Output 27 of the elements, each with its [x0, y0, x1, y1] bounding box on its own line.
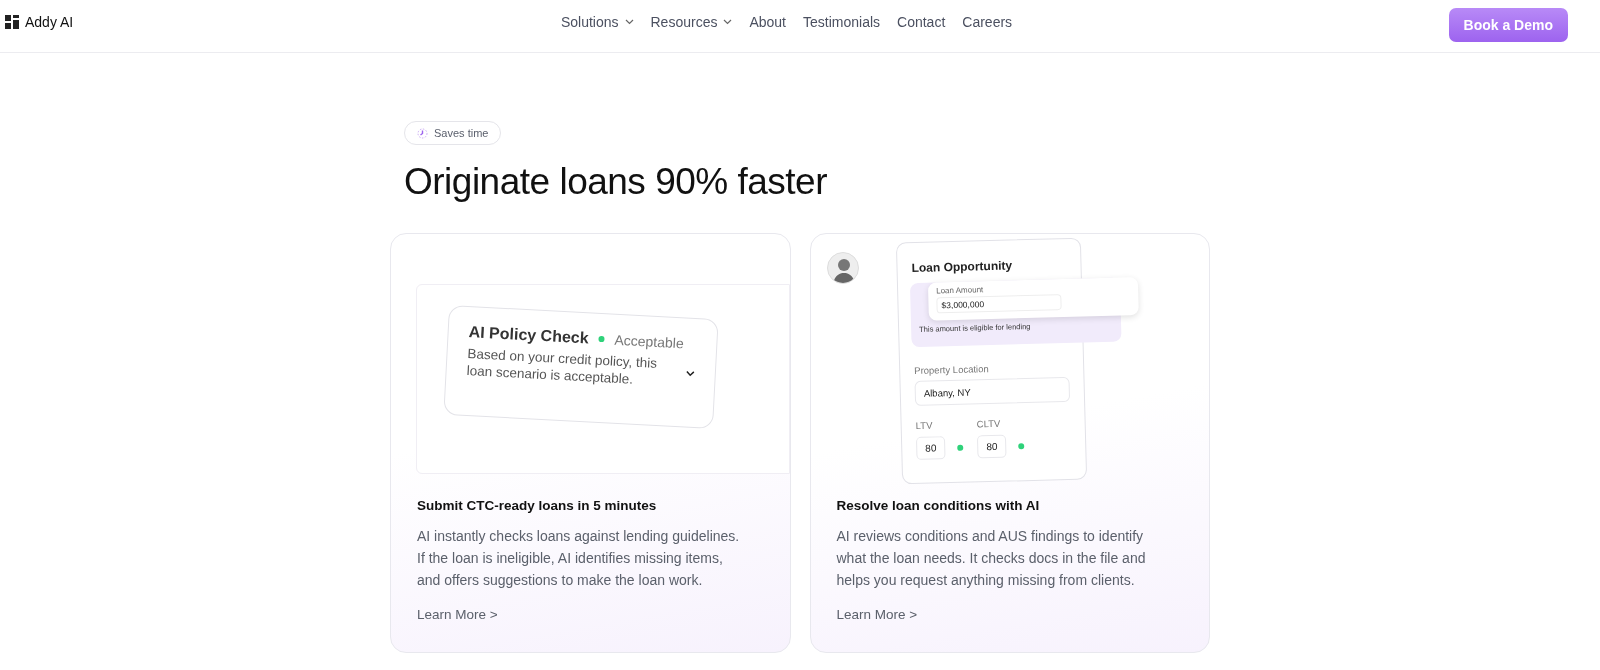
card-title: Submit CTC-ready loans in 5 minutes — [417, 498, 658, 513]
card-description: AI reviews conditions and AUS findings to identify what the loan needs. It checks docs in the file and helps you request anything missing from clients. — [836, 527, 1147, 590]
field-label: Property Location — [913, 362, 990, 376]
chevron-down-icon — [723, 19, 733, 25]
nav-link[interactable]: Resources — [650, 14, 733, 30]
field-label: LTV — [915, 418, 934, 431]
nav-link[interactable]: Contact — [897, 14, 946, 30]
field-label: CLTV — [976, 417, 1001, 430]
nav-link[interactable]: About — [749, 14, 786, 30]
nav-link[interactable]: Solutions — [560, 14, 634, 30]
logo-text: Addy AI — [25, 14, 74, 30]
chevron-down-icon — [624, 19, 634, 25]
card-title: Resolve loan conditions with AI — [836, 498, 1041, 513]
chevron-down-icon — [685, 370, 695, 377]
page-heading: Originate loans 90% faster — [404, 161, 828, 203]
learn-more-link[interactable]: Learn More > — [417, 607, 498, 622]
clock-icon — [417, 127, 428, 139]
card-description: AI instantly checks loans against lending guidelines. If the loan is ineligible, AI identifies missing items, and offers suggestions to make the loan work. — [417, 527, 741, 590]
avatar — [826, 252, 859, 284]
logo-icon — [5, 15, 19, 29]
status-text: Acceptable — [614, 331, 685, 352]
field-label: Loan Amount — [935, 284, 984, 296]
form-title: Loan Opportunity — [910, 257, 1013, 276]
policy-title: AI Policy Check — [468, 323, 590, 348]
nav-link[interactable]: Careers — [962, 14, 1013, 30]
nav-link[interactable]: Testimonials — [803, 14, 881, 30]
learn-more-link[interactable]: Learn More > — [836, 607, 918, 622]
